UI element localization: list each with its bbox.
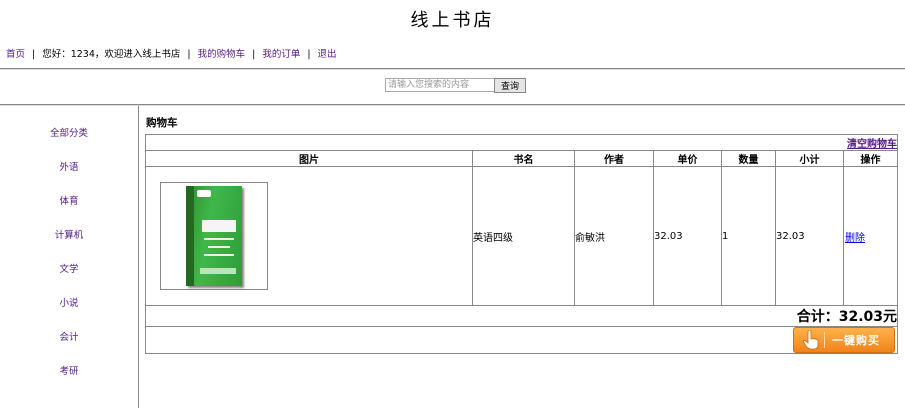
nav-home-link[interactable]: 首页 <box>6 49 25 60</box>
buy-now-label: 一键购买 <box>832 334 881 347</box>
sidebar-item-exam[interactable]: 考研 <box>0 365 138 399</box>
column-header-quantity: 数量 <box>721 150 776 167</box>
column-header-name: 书名 <box>472 150 575 167</box>
sidebar-item-novel[interactable]: 小说 <box>0 297 138 331</box>
column-header-price: 单价 <box>653 150 722 167</box>
sidebar-item-all[interactable]: 全部分类 <box>0 127 138 161</box>
search-button[interactable]: 查询 <box>494 78 526 93</box>
sidebar-divider <box>138 106 139 408</box>
book-cover-image[interactable] <box>160 182 268 290</box>
column-header-author: 作者 <box>574 150 654 167</box>
sidebar-item-literature[interactable]: 文学 <box>0 263 138 297</box>
clear-cart-link[interactable]: 清空购物车 <box>847 139 897 150</box>
cart-header-row: 图片 书名 作者 单价 数量 小计 操作 <box>145 150 899 167</box>
table-row: 英语四级 俞敏洪 32.03 1 32.03 删除 <box>145 166 899 306</box>
sidebar-item-foreign-language[interactable]: 外语 <box>0 161 138 195</box>
header-divider <box>0 68 905 69</box>
nav-separator: | <box>307 49 311 60</box>
search-input[interactable] <box>385 78 495 92</box>
cart-title: 购物车 <box>146 117 178 129</box>
buy-now-button[interactable]: 一键购买 <box>793 327 896 353</box>
search-divider <box>0 104 905 105</box>
sidebar-item-sports[interactable]: 体育 <box>0 195 138 229</box>
site-title: 线上书店 <box>410 10 495 31</box>
price-cell: 32.03 <box>653 166 722 306</box>
column-header-action: 操作 <box>842 150 899 167</box>
nav-separator: | <box>252 49 256 60</box>
column-header-image: 图片 <box>145 150 473 167</box>
cart-table: 清空购物车 图片 书名 作者 单价 数量 小计 操作 英语四级 俞敏洪 32.0… <box>144 134 899 354</box>
cart-total: 合计：32.03元 <box>796 309 898 325</box>
nav-logout-link[interactable]: 退出 <box>318 49 337 60</box>
category-sidebar: 全部分类 外语 体育 计算机 文学 小说 会计 考研 <box>0 127 138 399</box>
buy-button-divider <box>824 332 826 348</box>
quantity-cell: 1 <box>721 166 776 306</box>
nav-separator: | <box>187 49 191 60</box>
sidebar-item-computer[interactable]: 计算机 <box>0 229 138 263</box>
nav-cart-link[interactable]: 我的购物车 <box>198 49 246 60</box>
column-header-subtotal: 小计 <box>775 150 844 167</box>
subtotal-cell: 32.03 <box>775 166 844 306</box>
book-cover-art <box>186 186 242 286</box>
nav-orders-link[interactable]: 我的订单 <box>262 49 300 60</box>
delete-item-link[interactable]: 删除 <box>844 233 865 244</box>
author-cell: 俞敏洪 <box>574 166 654 306</box>
cart-buy-row: 一键购买 <box>144 326 899 354</box>
nav-separator: | <box>32 49 36 60</box>
sidebar-item-accounting[interactable]: 会计 <box>0 331 138 365</box>
cart-total-row: 合计：32.03元 <box>144 305 899 327</box>
nav-greeting: 您好：1234，欢迎进入线上书店 <box>42 49 181 60</box>
top-nav: 首页 | 您好：1234，欢迎进入线上书店 | 我的购物车 | 我的订单 | 退出 <box>6 46 337 60</box>
cart-toolbar-row: 清空购物车 <box>144 134 899 151</box>
hand-pointer-icon <box>803 330 819 350</box>
book-title-cell: 英语四级 <box>472 166 575 306</box>
